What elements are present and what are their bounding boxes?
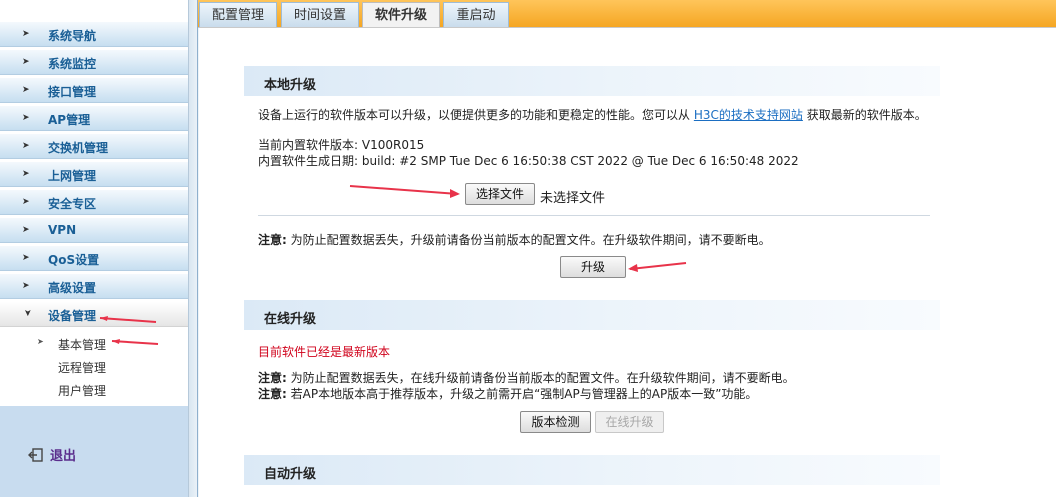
sidebar-subitem-remote[interactable]: 远程管理 xyxy=(0,355,188,378)
choose-file-label: 选择文件 xyxy=(475,187,524,201)
sidebar-item-label: VPN xyxy=(48,223,77,237)
annotation-arrow-icon xyxy=(111,339,159,345)
section-title: 在线升级 xyxy=(264,312,317,327)
sidebar-item-label: 交换机管理 xyxy=(48,141,109,155)
section-header-auto-upgrade: 自动升级 xyxy=(244,455,940,485)
expand-arrow-icon: ➤ xyxy=(22,57,30,67)
version-value: V100R015 xyxy=(361,138,425,152)
tab-separator xyxy=(198,27,1056,28)
expand-arrow-icon: ➤ xyxy=(22,253,30,263)
sidebar-item-label: 安全专区 xyxy=(48,197,97,211)
online-note-2: 注意: 若AP本地版本高于推荐版本，升级之前需开启“强制AP与管理器上的AP版本… xyxy=(258,385,757,402)
section-title: 本地升级 xyxy=(264,78,317,93)
note-text: 为防止配置数据丢失，在线升级前请备份当前版本的配置文件。在升级软件期间，请不要断… xyxy=(290,371,795,385)
divider-line xyxy=(197,0,198,497)
tab-label: 软件升级 xyxy=(374,8,427,23)
sidebar-subitem-label: 远程管理 xyxy=(58,361,107,375)
sidebar-item-advanced[interactable]: ➤ 高级设置 xyxy=(0,274,188,299)
sidebar-item-label: 系统监控 xyxy=(48,57,97,71)
upgrade-button[interactable]: 升级 xyxy=(560,256,626,278)
online-upgrade-label: 在线升级 xyxy=(605,415,654,429)
sidebar-item-label: 设备管理 xyxy=(48,309,97,323)
annotation-arrow-icon xyxy=(99,316,157,323)
tab-label: 配置管理 xyxy=(211,8,264,23)
online-status-text: 目前软件已经是最新版本 xyxy=(258,345,391,359)
sidebar: ➤ 系统导航 ➤ 系统监控 ➤ 接口管理 ➤ AP管理 ➤ 交换机管理 ➤ 上网… xyxy=(0,0,188,497)
sidebar-item-interface[interactable]: ➤ 接口管理 xyxy=(0,78,188,103)
sidebar-item-system-nav[interactable]: ➤ 系统导航 xyxy=(0,22,188,47)
description-prefix: 设备上运行的软件版本可以升级，以便提供更多的功能和更稳定的性能。您可以从 xyxy=(258,108,691,122)
no-file-selected-text: 未选择文件 xyxy=(540,191,606,206)
annotation-arrow-icon xyxy=(628,262,687,272)
version-check-button[interactable]: 版本检测 xyxy=(520,411,591,433)
sidebar-item-security[interactable]: ➤ 安全专区 xyxy=(0,190,188,215)
note-text: 若AP本地版本高于推荐版本，升级之前需开启“强制AP与管理器上的AP版本一致”功… xyxy=(290,387,758,401)
logout-button[interactable]: 退出 xyxy=(28,445,76,464)
tab-software-upgrade[interactable]: 软件升级 xyxy=(362,2,440,27)
build-label: 内置软件生成日期: xyxy=(258,154,359,168)
sidebar-item-vpn[interactable]: ➤ VPN xyxy=(0,218,188,243)
section-title: 自动升级 xyxy=(264,467,317,482)
expand-arrow-icon: ➤ xyxy=(22,169,30,179)
section-divider xyxy=(258,215,930,216)
sidebar-item-label: 系统导航 xyxy=(48,29,97,43)
sidebar-item-switch[interactable]: ➤ 交换机管理 xyxy=(0,134,188,159)
upgrade-button-label: 升级 xyxy=(580,260,605,274)
tab-reboot[interactable]: 重启动 xyxy=(443,2,509,27)
tab-label: 重启动 xyxy=(456,8,496,23)
online-note-1: 注意: 为防止配置数据丢失，在线升级前请备份当前版本的配置文件。在升级软件期间，… xyxy=(258,369,795,386)
section-header-local-upgrade: 本地升级 xyxy=(244,66,940,96)
tab-label: 时间设置 xyxy=(293,8,346,23)
sidebar-item-internet[interactable]: ➤ 上网管理 xyxy=(0,162,188,187)
sidebar-item-label: 高级设置 xyxy=(48,281,97,295)
choose-file-button[interactable]: 选择文件 xyxy=(465,183,535,205)
expand-arrow-icon: ➤ xyxy=(22,225,30,235)
sidebar-item-system-monitor[interactable]: ➤ 系统监控 xyxy=(0,50,188,75)
sidebar-subitem-users[interactable]: 用户管理 xyxy=(0,378,188,401)
sidebar-top-spacer xyxy=(0,0,188,22)
support-site-link[interactable]: H3C的技术支持网站 xyxy=(694,108,803,122)
current-version-line: 当前内置软件版本: V100R015 xyxy=(258,136,424,153)
selected-arrow-icon: ➤ xyxy=(37,337,44,346)
expand-arrow-icon: ➤ xyxy=(22,113,30,123)
expand-arrow-icon: ➤ xyxy=(22,29,30,39)
collapse-arrow-icon: ➤ xyxy=(22,309,32,317)
expand-arrow-icon: ➤ xyxy=(22,85,30,95)
description-suffix: 获取最新的软件版本。 xyxy=(806,108,927,122)
logout-panel: 退出 xyxy=(0,406,188,497)
sidebar-subitem-label: 基本管理 xyxy=(58,338,107,352)
expand-arrow-icon: ➤ xyxy=(22,141,30,151)
tab-config-management[interactable]: 配置管理 xyxy=(199,2,277,27)
sidebar-item-qos[interactable]: ➤ QoS设置 xyxy=(0,246,188,271)
note-text: 为防止配置数据丢失，升级前请备份当前版本的配置文件。在升级软件期间，请不要断电。 xyxy=(290,233,771,247)
local-upgrade-note: 注意: 为防止配置数据丢失，升级前请备份当前版本的配置文件。在升级软件期间，请不… xyxy=(258,231,771,248)
logout-label: 退出 xyxy=(50,449,77,464)
version-check-label: 版本检测 xyxy=(531,415,580,429)
sidebar-item-label: 上网管理 xyxy=(48,169,97,183)
note-label: 注意: xyxy=(258,387,287,401)
tab-time-settings[interactable]: 时间设置 xyxy=(281,2,359,27)
sidebar-item-label: 接口管理 xyxy=(48,85,97,99)
section-header-online-upgrade: 在线升级 xyxy=(244,300,940,330)
sidebar-item-label: AP管理 xyxy=(48,113,91,127)
annotation-arrow-icon xyxy=(349,185,460,198)
build-date-line: 内置软件生成日期: build: #2 SMP Tue Dec 6 16:50:… xyxy=(258,152,799,169)
build-value: build: #2 SMP Tue Dec 6 16:50:38 CST 202… xyxy=(361,154,799,168)
sidebar-subitem-label: 用户管理 xyxy=(58,384,107,398)
version-label: 当前内置软件版本: xyxy=(258,138,359,152)
upgrade-description: 设备上运行的软件版本可以升级，以便提供更多的功能和更稳定的性能。您可以从 H3C… xyxy=(258,106,927,123)
sidebar-item-label: QoS设置 xyxy=(48,253,100,267)
online-upgrade-button: 在线升级 xyxy=(595,411,664,433)
expand-arrow-icon: ➤ xyxy=(22,197,30,207)
note-label: 注意: xyxy=(258,371,287,385)
logout-icon xyxy=(28,447,43,462)
sidebar-item-ap[interactable]: ➤ AP管理 xyxy=(0,106,188,131)
note-label: 注意: xyxy=(258,233,287,247)
expand-arrow-icon: ➤ xyxy=(22,281,30,291)
